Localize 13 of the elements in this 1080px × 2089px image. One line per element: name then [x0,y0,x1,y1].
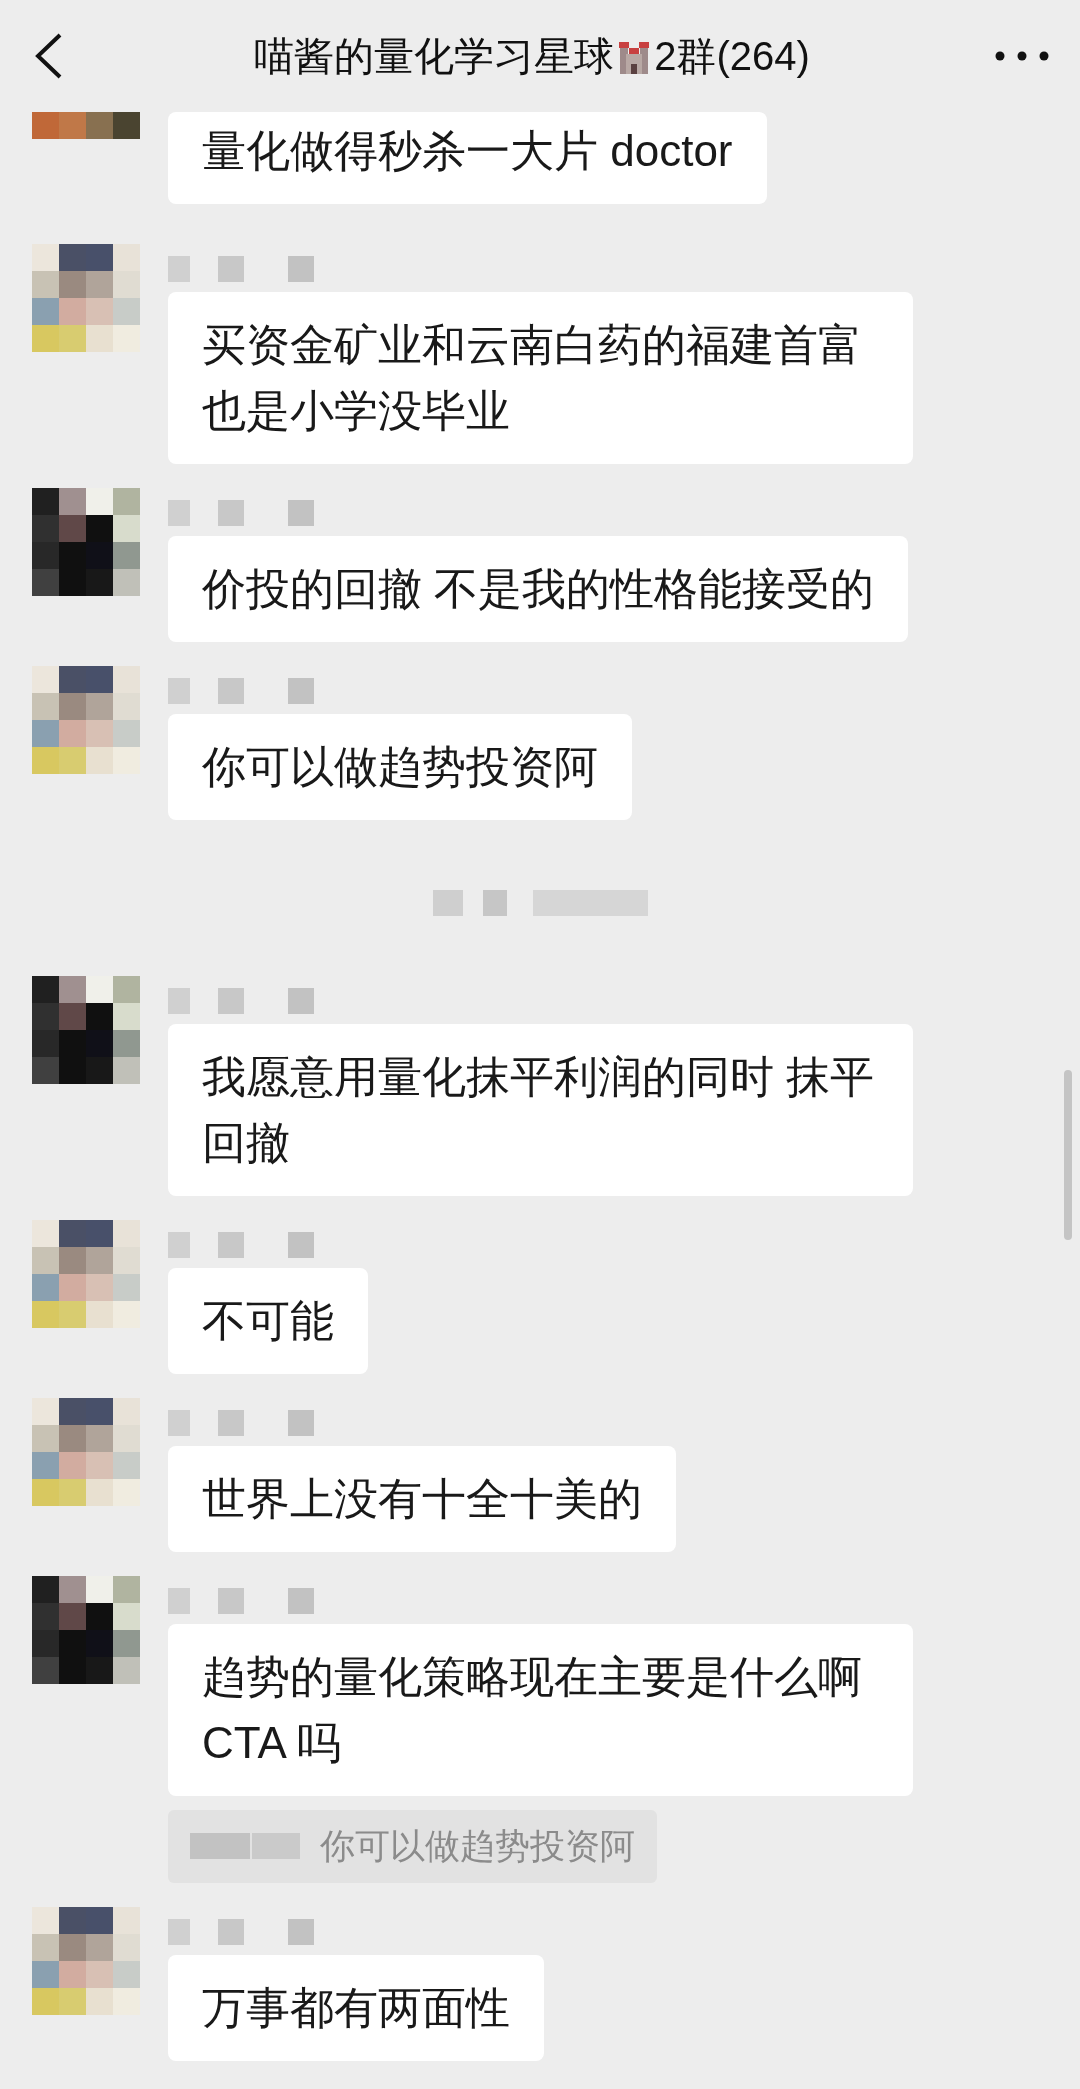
message-bubble: 趋势的量化策略现在主要是什么啊 CTA 吗 [168,1624,913,1796]
message-bubble: 万事都有两面性 [168,1954,544,2061]
chat-title-count: 2群(264) [654,33,810,80]
message-bubble: 世界上没有十全十美的 [168,1446,676,1552]
message-bubble: 买资金矿业和云南白药的福建首富也是小学没毕业 [168,292,913,464]
more-icon[interactable] [994,50,1050,62]
message-bubble: 不可能 [168,1268,368,1374]
message-bubble: 你可以做趋势投资阿 [168,714,632,820]
message-bubble: 量化做得秒杀一大片 doctor [168,112,767,204]
message-bubble: 我愿意用量化抹平利润的同时 抹平回撤 [168,1024,913,1196]
chat-title: 喵酱的量化学习星球 [254,33,615,80]
message-bubble: 价投的回撤 不是我的性格能接受的 [168,536,909,642]
quote-text: 你可以做趋势投资阿 [320,1825,635,1867]
